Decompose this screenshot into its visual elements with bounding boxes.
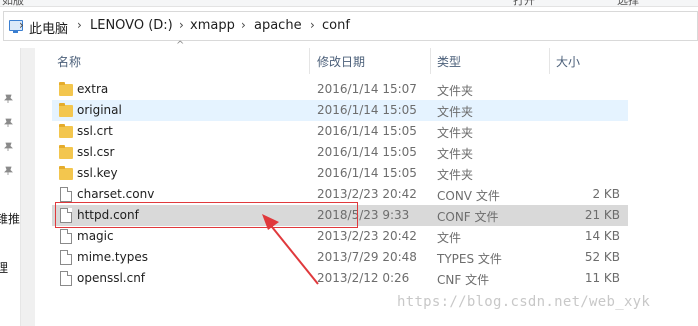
watermark: https://blog.csdn.net/web_xyk bbox=[397, 294, 651, 310]
annotation-arrow-icon bbox=[262, 214, 319, 285]
